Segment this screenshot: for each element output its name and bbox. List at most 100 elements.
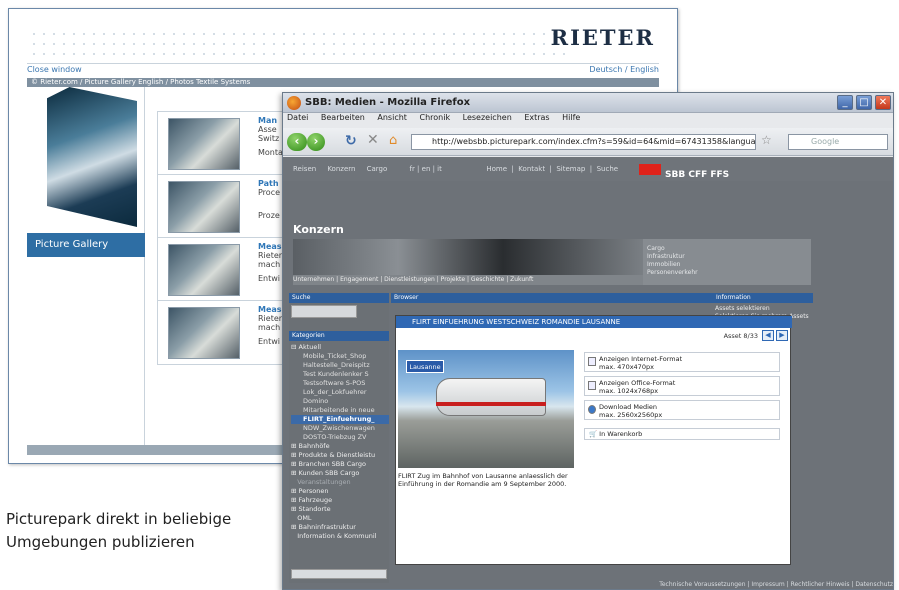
tree-node[interactable]: Testsoftware S-POS [291, 379, 389, 388]
tree-node[interactable]: ⊞ Produkte & Dienstleistu [291, 451, 389, 460]
language-switch-link[interactable]: Deutsch / English [589, 65, 659, 74]
option-title: Anzeigen Internet-Format [599, 355, 683, 363]
konzern-banner-image [293, 239, 643, 275]
title-bar[interactable]: SBB: Medien - Mozilla Firefox _ □ ✕ [283, 93, 893, 113]
category-tree: ⊟ Aktuell Mobile_Ticket_Shop Haltestelle… [291, 343, 389, 541]
menu-hilfe[interactable]: Hilfe [562, 113, 580, 122]
add-to-cart-button[interactable]: 🛒 In Warenkorb [584, 428, 780, 440]
tree-node[interactable]: ⊞ Fahrzeuge [291, 496, 389, 505]
minimize-icon[interactable]: _ [837, 95, 853, 110]
cart-icon: 🛒 [589, 430, 598, 438]
option-sub: max. 1024x768px [599, 387, 659, 395]
menu-ansicht[interactable]: Ansicht [377, 113, 407, 122]
stop-icon[interactable]: ✕ [367, 132, 379, 148]
url-text: http://websbb.picturepark.com/index.cfm?… [432, 137, 756, 146]
menu-lesezeichen[interactable]: Lesezeichen [463, 113, 512, 122]
tree-node[interactable]: ⊞ Personen [291, 487, 389, 496]
item-line: Proce [258, 188, 281, 197]
tree-node[interactable]: Mitarbeitende in neue [291, 406, 389, 415]
sbb-logo-icon [639, 164, 661, 175]
menu-bar: Datei Bearbeiten Ansicht Chronik Lesezei… [283, 113, 893, 127]
tree-node[interactable]: ⊞ Bahnhöfe [291, 442, 389, 451]
download-media-button[interactable]: Download Medien max. 2560x2560px [584, 400, 780, 420]
close-icon[interactable]: ✕ [875, 95, 891, 110]
maximize-icon[interactable]: □ [856, 95, 872, 110]
caption-line: Picturepark direkt in beliebige [6, 510, 232, 528]
sbb-topnav: Reisen Konzern Cargo fr | en | it Home |… [283, 157, 893, 181]
menu-datei[interactable]: Datei [287, 113, 308, 122]
tree-node[interactable]: Mobile_Ticket_Shop [291, 352, 389, 361]
tree-node[interactable]: NDW_Zwischenwagen [291, 424, 389, 433]
tree-node-selected[interactable]: FLIRT_Einfuehrung_ [291, 415, 389, 424]
tree-node[interactable]: Domino [291, 397, 389, 406]
tree-node[interactable]: ⊞ Standorte [291, 505, 389, 514]
item-title[interactable]: Path [258, 179, 279, 188]
konzern-link[interactable]: Immobilien [647, 261, 811, 269]
item-line: mach [258, 323, 281, 332]
firefox-icon [287, 96, 301, 110]
reload-icon[interactable]: ↻ [345, 133, 357, 149]
item-title[interactable]: Meas [258, 305, 282, 314]
prev-asset-icon[interactable]: ◀ [762, 330, 774, 341]
search-input[interactable]: Google [788, 134, 888, 150]
konzern-link[interactable]: Personenverkehr [647, 269, 811, 277]
modal-title: FLIRT EINFUEHRUNG WESTSCHWEIZ ROMANDIE L… [396, 316, 792, 328]
caption-line: Umgebungen publizieren [6, 533, 195, 551]
cart-label: In Warenkorb [599, 430, 643, 438]
next-asset-icon[interactable]: ▶ [776, 330, 788, 341]
konzern-link[interactable]: Infrastruktur [647, 253, 811, 261]
menu-extras[interactable]: Extras [524, 113, 549, 122]
konzern-links: Cargo Infrastruktur Immobilien Personenv… [643, 239, 811, 285]
tree-node[interactable]: ⊞ Kunden SBB Cargo [291, 469, 389, 478]
home-icon[interactable]: ⌂ [389, 133, 397, 148]
option-sub: max. 2560x2560px [599, 411, 663, 419]
sbb-topnav-links[interactable]: Reisen Konzern Cargo fr | en | it Home |… [293, 157, 618, 181]
option-title: Anzeigen Office-Format [599, 379, 676, 387]
tree-node[interactable]: Lok_der_Lokfuehrer [291, 388, 389, 397]
tree-node[interactable]: Test Kundenlenker S [291, 370, 389, 379]
back-icon[interactable]: ‹ [287, 133, 307, 151]
search-panel-header: Suche [289, 293, 389, 303]
close-window-link[interactable]: Close window [27, 65, 82, 74]
tree-node[interactable]: ⊞ Bahninfrastruktur [291, 523, 389, 532]
gallery-thumbnail[interactable] [168, 307, 240, 359]
page-title: Konzern [293, 223, 344, 236]
url-bar[interactable]: http://websbb.picturepark.com/index.cfm?… [411, 134, 756, 150]
bookmark-star-icon[interactable]: ☆ [761, 133, 772, 147]
tree-node[interactable]: Haltestelle_Dreispitz [291, 361, 389, 370]
item-line: mach [258, 260, 281, 269]
footer-links[interactable]: Technische Voraussetzungen | Impressum |… [563, 581, 893, 588]
gallery-thumbnail[interactable] [168, 118, 240, 170]
picture-gallery-button[interactable]: Picture Gallery [27, 233, 145, 257]
tree-node[interactable]: OML [291, 514, 389, 523]
photo-caption: FLIRT Zug im Bahnhof von Lausanne anlaes… [398, 472, 568, 488]
gallery-thumbnail[interactable] [168, 244, 240, 296]
navigation-toolbar: ‹ › ↻ ✕ ⌂ http://websbb.picturepark.com/… [283, 128, 893, 156]
view-office-format-button[interactable]: Anzeigen Office-Format max. 1024x768px [584, 376, 780, 396]
item-title[interactable]: Meas [258, 242, 282, 251]
gallery-thumbnail[interactable] [168, 181, 240, 233]
tree-node[interactable]: Information & Kommunil [291, 532, 389, 541]
item-line: Switz [258, 134, 280, 143]
image-icon [588, 357, 596, 366]
tree-node[interactable]: DOSTO-Triebzug ZV [291, 433, 389, 442]
item-title[interactable]: Man [258, 116, 277, 125]
forward-icon[interactable]: › [307, 133, 325, 151]
tree-node[interactable]: Veranstaltungen [291, 478, 389, 487]
item-line: Proze [258, 211, 280, 220]
tree-node[interactable]: ⊞ Branchen SBB Cargo [291, 460, 389, 469]
menu-chronik[interactable]: Chronik [419, 113, 450, 122]
tree-node[interactable]: ⊟ Aktuell [291, 343, 389, 352]
menu-bearbeiten[interactable]: Bearbeiten [321, 113, 365, 122]
asset-search-input[interactable] [291, 305, 357, 318]
left-panel: Suche Kategorien ⊟ Aktuell Mobile_Ticket… [289, 293, 389, 583]
banner-nav[interactable]: Unternehmen | Engagement | Dienstleistun… [293, 275, 643, 285]
tree-scrollbar[interactable] [291, 569, 387, 579]
firefox-window: SBB: Medien - Mozilla Firefox _ □ ✕ Date… [282, 92, 894, 590]
window-title: SBB: Medien - Mozilla Firefox [305, 97, 471, 108]
view-internet-format-button[interactable]: Anzeigen Internet-Format max. 470x470px [584, 352, 780, 372]
breadcrumb: © Rieter.com / Picture Gallery English /… [27, 78, 659, 87]
konzern-link[interactable]: Cargo [647, 245, 811, 253]
image-icon [588, 381, 596, 390]
rieter-logo: RIETER [550, 25, 655, 50]
